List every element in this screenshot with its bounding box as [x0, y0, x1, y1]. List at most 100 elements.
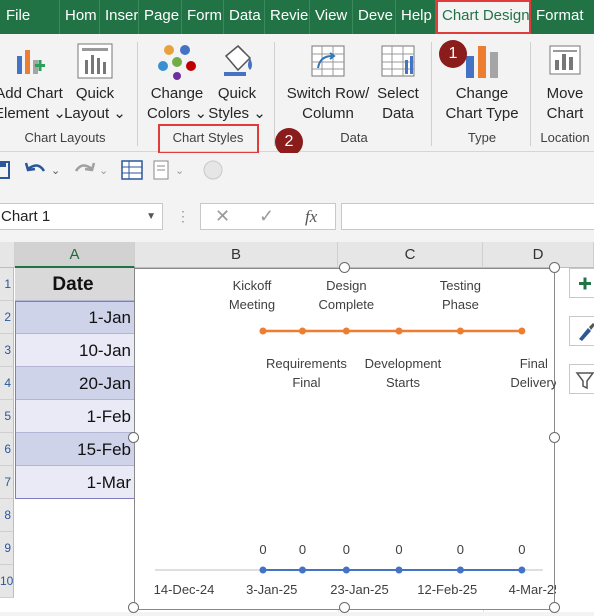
data-point	[456, 566, 464, 574]
group-type: Type	[467, 130, 497, 145]
tab-chart-design[interactable]: Chart Design	[436, 0, 531, 34]
resize-handle[interactable]	[128, 602, 139, 613]
move-chart-icon	[549, 45, 581, 75]
milestone-label: Delivery	[510, 375, 556, 390]
row-header[interactable]: 2	[0, 301, 14, 334]
svg-text:⌄: ⌄	[175, 164, 184, 177]
form-icon[interactable]: ⌄	[152, 159, 192, 181]
tab-review[interactable]: Revie	[265, 0, 310, 34]
data-label: 0	[395, 542, 402, 557]
data-point	[342, 566, 350, 574]
svg-text:⌄: ⌄	[51, 164, 60, 177]
chart-elements-button[interactable]	[569, 268, 594, 298]
palette-icon	[158, 45, 196, 80]
resize-handle[interactable]	[339, 262, 350, 273]
data-point	[298, 566, 306, 574]
tab-file[interactable]: File	[0, 0, 60, 34]
tab-format[interactable]: Format	[531, 0, 594, 34]
name-box-dropdown-icon[interactable]: ▼	[146, 204, 156, 229]
resize-handle[interactable]	[549, 432, 560, 443]
select-all-corner[interactable]	[0, 242, 15, 268]
undo-icon[interactable]: ⌄	[24, 159, 64, 181]
change-chart-type-icon	[466, 46, 498, 78]
quick-layout-button[interactable]: Quick Layout ⌄	[64, 42, 126, 124]
chart-plot: Kickoff Meeting Requirements Final Design Com…	[154, 278, 562, 597]
select-data-label: Select	[377, 85, 419, 102]
brush-icon	[579, 323, 594, 341]
move-chart-button[interactable]: Move Chart	[538, 42, 592, 124]
tab-data[interactable]: Data	[224, 0, 265, 34]
row-header[interactable]: 8	[0, 499, 14, 532]
resize-handle[interactable]	[128, 432, 139, 443]
resize-handle[interactable]	[549, 262, 560, 273]
switch-row-column-button[interactable]: Switch Row/ Column	[284, 42, 372, 124]
data-label: 0	[343, 542, 350, 557]
row-header[interactable]: 5	[0, 400, 14, 433]
tab-insert[interactable]: Insert	[100, 0, 139, 34]
column-header-d[interactable]: D	[483, 242, 594, 268]
change-chart-type-label-2: Chart Type	[445, 105, 519, 122]
separator	[431, 42, 432, 146]
milestone-label: Meeting	[229, 297, 275, 312]
date-header-cell[interactable]: Date	[15, 268, 135, 301]
change-chart-type-label: Change	[455, 85, 509, 102]
add-chart-element-button[interactable]: Add Chart Element ⌄	[0, 42, 66, 124]
tab-page-layout[interactable]: Page	[139, 0, 182, 34]
milestone-point	[456, 327, 464, 335]
column-header-b[interactable]: B	[135, 242, 338, 268]
tab-developer[interactable]: Deve	[353, 0, 396, 34]
table-icon[interactable]	[120, 159, 144, 181]
milestone-point	[395, 327, 403, 335]
cancel-icon[interactable]: ✕	[215, 206, 230, 227]
circle-icon[interactable]	[200, 157, 226, 183]
quick-styles-label: Quick	[217, 85, 257, 102]
formula-bar: Chart 1 ▼ ⋮ ✕ ✓ fx	[0, 200, 594, 234]
change-colors-label-2: Colors ⌄	[146, 105, 208, 122]
move-chart-label-2: Chart	[546, 105, 584, 122]
resize-handle[interactable]	[339, 602, 350, 613]
formula-input[interactable]	[341, 203, 594, 230]
row-header[interactable]: 6	[0, 433, 14, 466]
milestone-point	[298, 327, 306, 335]
milestone-point	[342, 327, 350, 335]
tab-formulas[interactable]: Form	[182, 0, 224, 34]
callout-badge-1: 1	[439, 40, 467, 68]
paint-bucket-icon	[224, 44, 252, 76]
select-data-button[interactable]: Select Data	[372, 42, 424, 124]
tab-home[interactable]: Hom	[60, 0, 100, 34]
column-header-a[interactable]: A	[15, 242, 135, 268]
timeline-chart[interactable]: Kickoff Meeting Requirements Final Design Com…	[134, 268, 562, 610]
change-colors-button[interactable]: Change Colors ⌄	[146, 42, 208, 124]
filter-icon	[575, 372, 594, 390]
chart-filters-button[interactable]	[569, 364, 594, 394]
ribbon-tab-bar: File Hom Insert Page Form Data Revie Vie…	[0, 0, 594, 34]
name-box[interactable]: Chart 1 ▼	[0, 203, 163, 230]
quick-styles-button[interactable]: Quick Styles ⌄	[208, 42, 266, 124]
save-icon[interactable]	[0, 161, 10, 179]
resize-handle[interactable]	[549, 602, 560, 613]
data-label: 0	[299, 542, 306, 557]
row-header[interactable]: 9	[0, 532, 14, 565]
x-tick-label: 12-Feb-25	[417, 582, 477, 597]
tab-view[interactable]: View	[310, 0, 353, 34]
insert-function-icon[interactable]: fx	[305, 207, 317, 227]
milestone-point	[259, 327, 267, 335]
drag-handle-icon[interactable]: ⋮	[176, 208, 190, 225]
tab-help[interactable]: Help	[396, 0, 436, 34]
row-header[interactable]: 7	[0, 466, 14, 499]
chart-styles-button[interactable]	[569, 316, 594, 346]
quick-layout-label: Quick	[75, 85, 115, 102]
move-chart-label: Move	[546, 85, 584, 102]
milestone-label: Kickoff	[233, 278, 272, 293]
column-header-c[interactable]: C	[338, 242, 483, 268]
row-header[interactable]: 10	[0, 565, 14, 598]
select-data-label-2: Data	[382, 105, 414, 122]
quick-layout-icon	[77, 43, 113, 79]
quick-access-toolbar: ⌄ ⌄ ⌄	[0, 153, 594, 189]
row-header[interactable]: 4	[0, 367, 14, 400]
enter-icon[interactable]: ✓	[259, 206, 274, 227]
milestone-label: Final	[292, 375, 320, 390]
row-header[interactable]: 1	[0, 268, 14, 301]
redo-icon[interactable]: ⌄	[72, 159, 112, 181]
row-header[interactable]: 3	[0, 334, 14, 367]
